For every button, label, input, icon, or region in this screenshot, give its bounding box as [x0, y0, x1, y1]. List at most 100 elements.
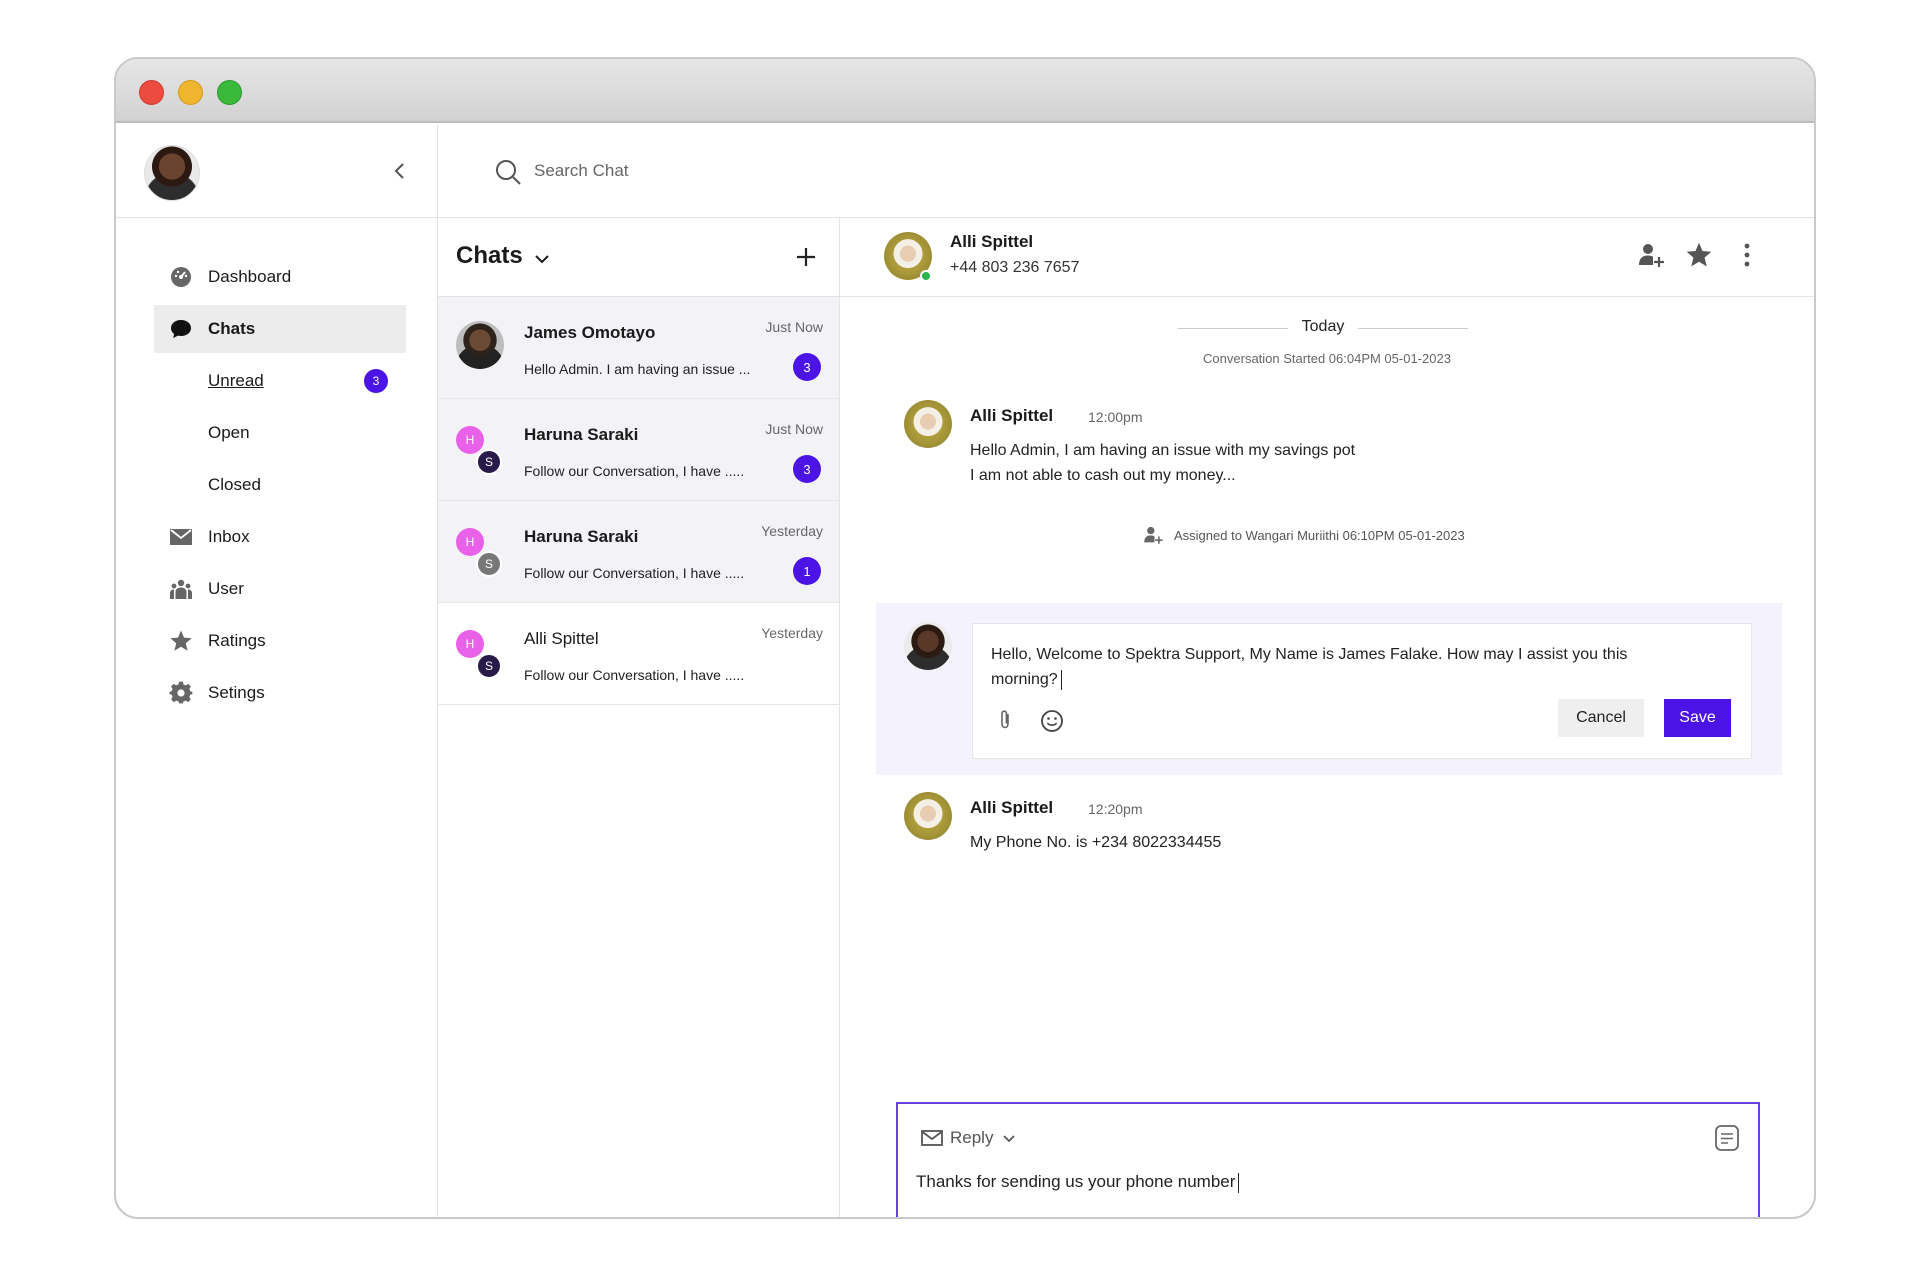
star-icon	[168, 628, 194, 654]
message-line: Hello Admin, I am having an issue with m…	[970, 442, 1356, 459]
chat-list-panel: Chats James Omotayo Just Now Hello Admin…	[438, 218, 840, 1217]
reply-composer[interactable]: Reply Thanks for sending us your phone n…	[896, 1102, 1760, 1217]
conversation-header: Alli Spittel +44 803 236 7657	[840, 218, 1814, 297]
message-time: 12:00pm	[1088, 409, 1143, 425]
nav-label: Dashboard	[208, 267, 292, 286]
app-window: Dashboard Chats Unread 3 Open Closed Inb…	[114, 57, 1816, 1219]
nav-label: User	[208, 579, 244, 598]
search-bar	[438, 125, 1814, 218]
search-icon	[494, 158, 522, 186]
user-avatar[interactable]	[144, 145, 200, 201]
assign-user-icon[interactable]	[1636, 240, 1666, 270]
message-text: Hello Admin, I am having an issue with m…	[970, 438, 1355, 488]
chat-time: Yesterday	[761, 523, 823, 539]
online-status-indicator	[920, 270, 932, 282]
chat-list-header: Chats	[438, 218, 839, 297]
nav-sub-unread[interactable]: Unread 3	[154, 357, 406, 405]
reply-text: Thanks for sending us your phone number	[916, 1172, 1236, 1191]
text-caret	[1238, 1172, 1240, 1193]
save-button[interactable]: Save	[1664, 699, 1731, 737]
initial-avatar: H	[456, 528, 484, 556]
avatar	[904, 400, 952, 448]
chat-list-item[interactable]: H S Alli Spittel Yesterday Follow our Co…	[438, 603, 839, 705]
nav-sub-label: Closed	[208, 475, 261, 494]
gear-icon	[168, 680, 194, 706]
chevron-down-icon	[1001, 1130, 1017, 1146]
chat-name: James Omotayo	[524, 323, 656, 342]
nav-label: Chats	[208, 319, 256, 338]
collapse-sidebar-icon[interactable]	[388, 159, 412, 183]
chat-list-title: Chats	[456, 242, 523, 269]
message-line: My Phone No. is +234 8022334455	[970, 834, 1222, 851]
chat-filter-dropdown[interactable]: Chats	[456, 242, 551, 270]
contact-name: Alli Spittel	[950, 232, 1034, 251]
nav-sub-open[interactable]: Open	[154, 409, 406, 457]
chat-list-item[interactable]: H S Haruna Saraki Just Now Follow our Co…	[438, 399, 839, 501]
nav-item-dashboard[interactable]: Dashboard	[154, 253, 406, 301]
envelope-icon	[920, 1126, 944, 1150]
chat-preview: Follow our Conversation, I have .....	[524, 565, 745, 581]
text-caret	[1060, 669, 1062, 690]
dashboard-icon	[168, 264, 194, 290]
nav-sub-closed[interactable]: Closed	[154, 461, 406, 509]
day-label: Today	[1301, 318, 1345, 335]
reply-mode-label: Reply	[950, 1128, 994, 1147]
draft-text-field[interactable]: Hello, Welcome to Spektra Support, My Na…	[991, 642, 1631, 692]
envelope-icon	[168, 524, 194, 550]
initial-avatar: S	[476, 653, 502, 679]
day-separator: Today	[1178, 318, 1468, 338]
avatar	[456, 321, 504, 369]
paperclip-icon[interactable]	[993, 708, 1017, 732]
unread-count-badge: 3	[793, 455, 821, 483]
nav-item-ratings[interactable]: Ratings	[154, 617, 406, 665]
search-input[interactable]	[534, 155, 1034, 187]
assignment-note: Assigned to Wangari Muriithi 06:10PM 05-…	[1142, 524, 1465, 546]
message-sender: Alli Spittel	[970, 406, 1054, 425]
reply-input[interactable]: Thanks for sending us your phone number	[916, 1172, 1240, 1193]
minimize-window-button[interactable]	[178, 80, 203, 105]
message-line: I am not able to cash out my money...	[970, 467, 1236, 484]
draft-text: Hello, Welcome to Spektra Support, My Na…	[991, 646, 1628, 688]
sidebar-nav: Dashboard Chats Unread 3 Open Closed Inb…	[154, 253, 406, 721]
maximize-window-button[interactable]	[217, 80, 242, 105]
close-window-button[interactable]	[139, 80, 164, 105]
unread-count-badge: 3	[793, 353, 821, 381]
add-chat-icon[interactable]	[793, 244, 819, 270]
conversation-started-note: Conversation Started 06:04PM 05-01-2023	[1203, 351, 1451, 366]
initial-avatar: H	[456, 426, 484, 454]
chat-list-item[interactable]: H S Haruna Saraki Yesterday Follow our C…	[438, 501, 839, 603]
initial-avatar: H	[456, 630, 484, 658]
chat-time: Just Now	[765, 421, 823, 437]
reply-mode-dropdown[interactable]: Reply	[920, 1126, 1017, 1150]
divider	[1358, 328, 1468, 329]
agent-avatar	[904, 622, 952, 670]
draft-message-editor: Hello, Welcome to Spektra Support, My Na…	[876, 603, 1782, 775]
chevron-down-icon	[533, 247, 551, 265]
chat-preview: Follow our Conversation, I have .....	[524, 463, 745, 479]
draft-box: Hello, Welcome to Spektra Support, My Na…	[972, 623, 1752, 759]
unread-count-badge: 1	[793, 557, 821, 585]
cancel-button[interactable]: Cancel	[1558, 699, 1644, 737]
nav-item-settings[interactable]: Setings	[154, 669, 406, 717]
nav-item-chats[interactable]: Chats	[154, 305, 406, 353]
message-text: My Phone No. is +234 8022334455	[970, 830, 1221, 855]
message-time: 12:20pm	[1088, 801, 1143, 817]
message-sender: Alli Spittel	[970, 798, 1054, 817]
nav-sub-label: Unread	[208, 371, 264, 390]
chat-name: Haruna Saraki	[524, 425, 639, 444]
initial-avatar: S	[476, 551, 502, 577]
assign-user-icon	[1142, 524, 1164, 546]
emoji-icon[interactable]	[1039, 708, 1065, 734]
users-icon	[168, 576, 194, 602]
chat-list-item[interactable]: James Omotayo Just Now Hello Admin. I am…	[438, 297, 839, 399]
sidebar: Dashboard Chats Unread 3 Open Closed Inb…	[116, 125, 438, 1217]
more-options-icon[interactable]	[1732, 240, 1762, 270]
nav-item-inbox[interactable]: Inbox	[154, 513, 406, 561]
chat-time: Just Now	[765, 319, 823, 335]
star-icon[interactable]	[1684, 240, 1714, 270]
chat-preview: Follow our Conversation, I have .....	[524, 667, 745, 683]
nav-label: Ratings	[208, 631, 266, 650]
sidebar-header	[116, 125, 437, 218]
template-document-icon[interactable]	[1714, 1124, 1740, 1152]
nav-item-user[interactable]: User	[154, 565, 406, 613]
